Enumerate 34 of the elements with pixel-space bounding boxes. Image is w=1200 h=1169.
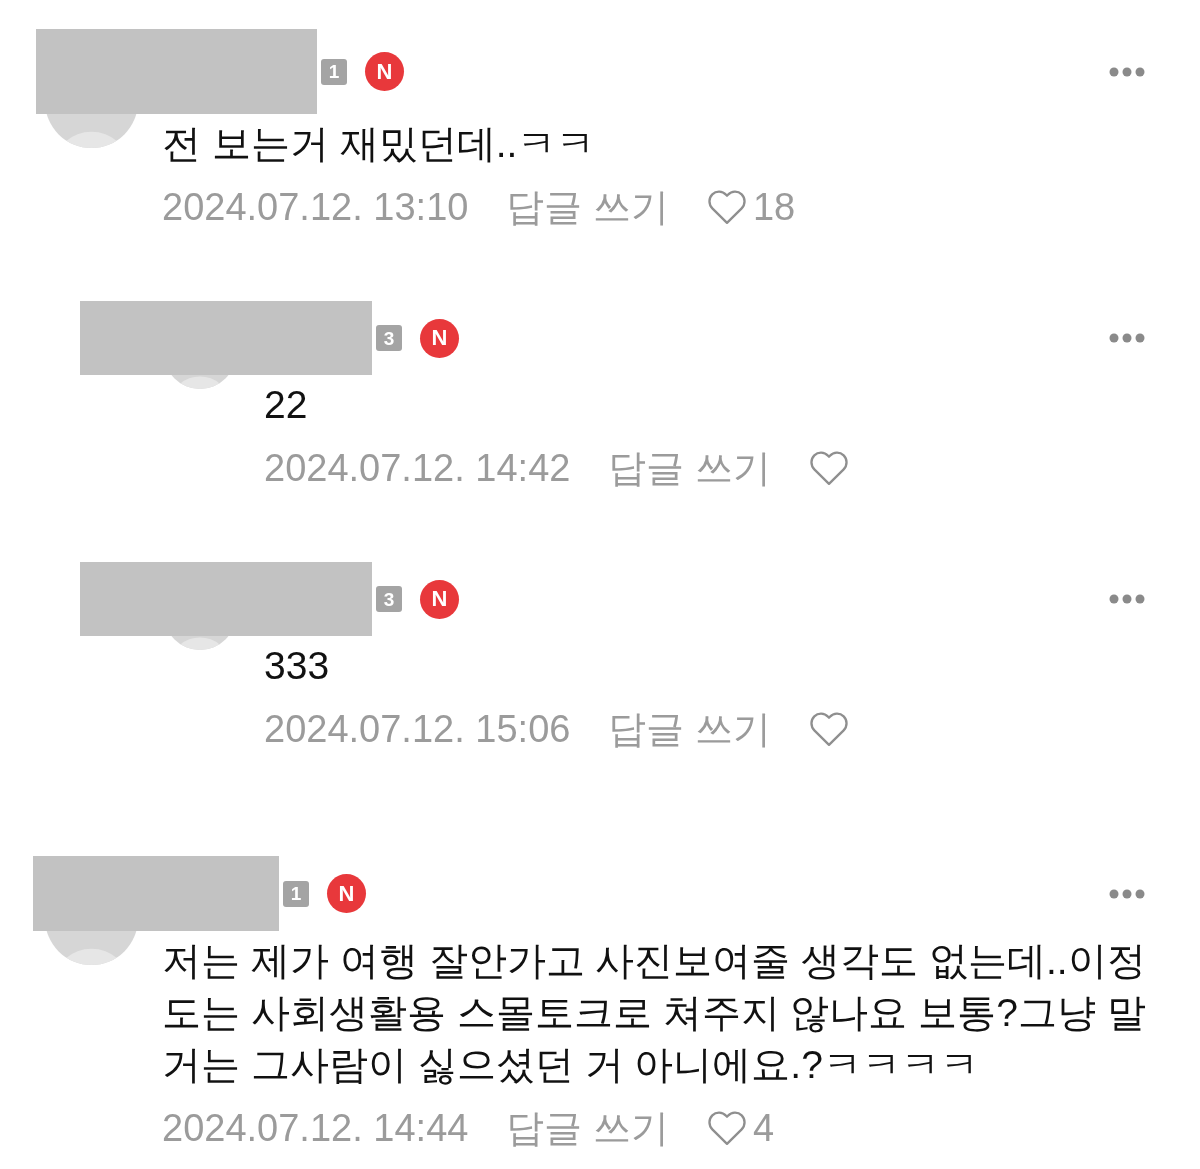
more-icon xyxy=(1109,888,1145,899)
comment-date: 2024.07.12. 14:42 xyxy=(264,446,571,490)
comment-date: 2024.07.12. 13:10 xyxy=(162,185,469,229)
level-badge: 3 xyxy=(376,325,402,351)
comment-date: 2024.07.12. 14:44 xyxy=(162,1106,469,1150)
comment-date: 2024.07.12. 15:06 xyxy=(264,707,571,751)
new-badge: N xyxy=(420,579,459,619)
comment-text: 전 보는거 재밌던데..ㅋㅋ xyxy=(162,121,597,167)
new-badge: N xyxy=(365,52,404,91)
reply-link[interactable]: 답글 쓰기 xyxy=(506,1102,669,1154)
more-icon xyxy=(1109,66,1145,77)
avatar-icon xyxy=(45,931,138,965)
like-button[interactable] xyxy=(808,711,849,747)
comment-text: 22 xyxy=(264,382,309,428)
more-icon xyxy=(1109,333,1145,343)
new-badge: N xyxy=(420,318,459,358)
comment-text: 저는 제가 여행 잘안가고 사진보여줄 생각도 없는데..이정도는 사회생활용 스몰토크로 쳐주지 않나요 보통?그냥 말거는 그사람이 싫으셨던 거 아니에요.?ㅋㅋㅋㅋ xyxy=(162,938,1147,1088)
like-button[interactable]: 4 xyxy=(706,1105,775,1151)
level-badge: 3 xyxy=(376,586,402,612)
more-button[interactable] xyxy=(1109,66,1145,77)
like-button[interactable] xyxy=(808,450,849,486)
new-badge: N xyxy=(327,874,366,913)
avatar-icon xyxy=(45,114,138,148)
reply-link[interactable]: 답글 쓰기 xyxy=(608,703,771,755)
more-button[interactable] xyxy=(1109,594,1145,604)
level-badge: 1 xyxy=(321,58,347,85)
more-icon xyxy=(1109,594,1145,604)
reply-link[interactable]: 답글 쓰기 xyxy=(608,442,771,494)
more-button[interactable] xyxy=(1109,333,1145,343)
level-badge: 1 xyxy=(283,880,309,907)
reply-link[interactable]: 답글 쓰기 xyxy=(506,181,669,233)
comment-text: 333 xyxy=(264,643,331,689)
more-button[interactable] xyxy=(1109,888,1145,899)
like-button[interactable]: 18 xyxy=(706,184,796,230)
